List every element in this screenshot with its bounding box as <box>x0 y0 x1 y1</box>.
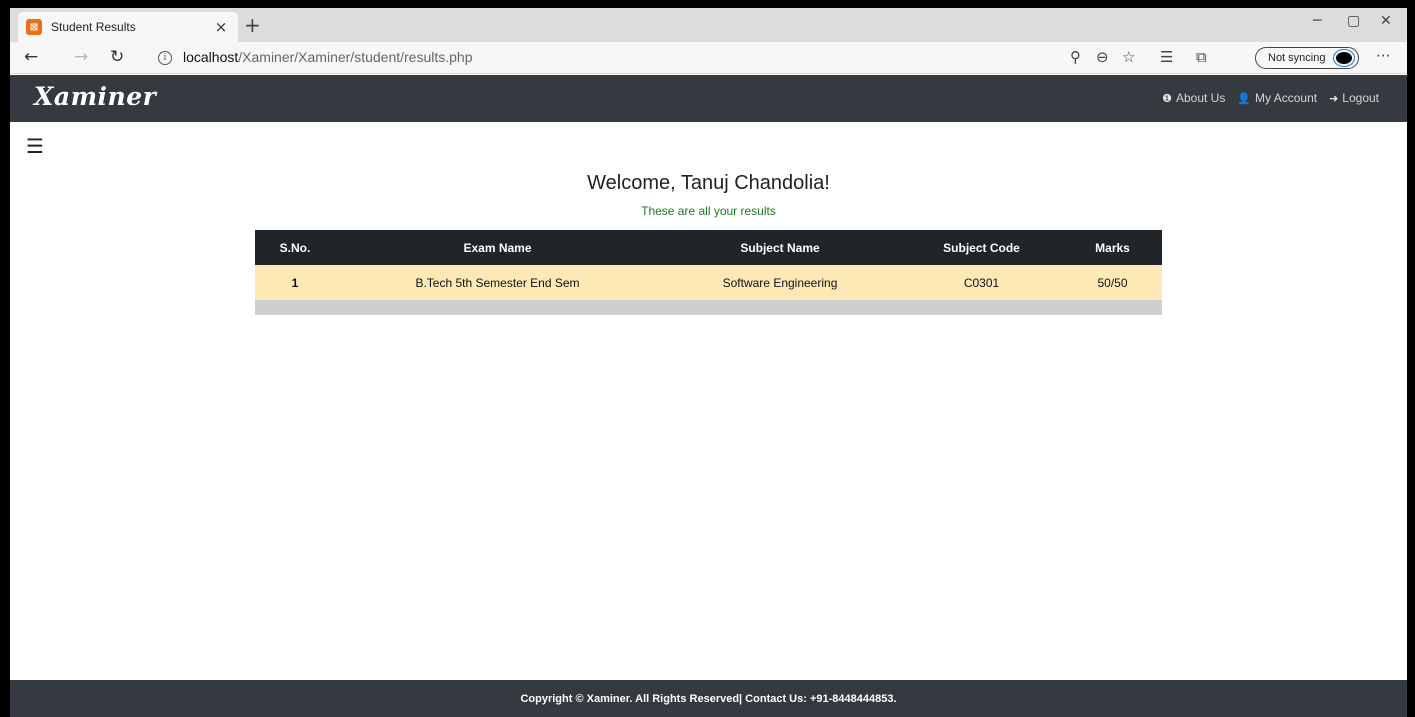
url-host: localhost <box>183 49 239 65</box>
favorite-icon[interactable]: ☆ <box>1122 48 1135 66</box>
info-circle-icon: ❶ <box>1162 91 1172 105</box>
address-bar: ← → ↻ i localhost/Xaminer/Xaminer/studen… <box>10 42 1407 74</box>
browser-window: ⊠ Student Results × + ─ ▢ ✕ ← → ↻ i loca… <box>10 8 1407 717</box>
info-icon[interactable]: i <box>158 51 172 65</box>
back-icon[interactable]: ← <box>24 47 38 67</box>
header-subject-name: Subject Name <box>740 240 820 255</box>
forward-icon[interactable]: → <box>74 47 88 67</box>
browser-tab[interactable]: ⊠ Student Results × <box>18 12 238 42</box>
footer-text: Copyright © Xaminer. All Rights Reserved… <box>520 692 897 705</box>
url-path: /Xaminer/Xaminer/student/results.php <box>238 49 473 65</box>
page-subtitle: These are all your results <box>641 204 776 218</box>
app-navbar: Xaminer ❶ About Us 👤 My Account ➜ Logout <box>10 75 1407 122</box>
title-bar: ⊠ Student Results × + ─ ▢ ✕ <box>10 8 1407 42</box>
tab-close-icon[interactable]: × <box>212 18 230 36</box>
results-table: S.No. Exam Name Subject Name Subject Cod… <box>255 230 1162 315</box>
zoom-icon[interactable]: ⚲ <box>1070 48 1081 66</box>
window-close-icon[interactable]: ✕ <box>1380 13 1392 29</box>
table-footer-bar <box>255 300 1162 315</box>
logout-link[interactable]: ➜ Logout <box>1329 91 1379 105</box>
logout-label: Logout <box>1342 91 1379 105</box>
collections-icon[interactable]: ⧉ <box>1196 48 1207 66</box>
my-account-link[interactable]: 👤 My Account <box>1237 91 1317 105</box>
tab-title: Student Results <box>51 20 136 34</box>
header-exam-name: Exam Name <box>463 240 532 255</box>
page-footer: Copyright © Xaminer. All Rights Reserved… <box>10 680 1407 717</box>
about-us-link[interactable]: ❶ About Us <box>1162 91 1225 105</box>
header-sno: S.No. <box>279 240 311 255</box>
table-header-row: S.No. Exam Name Subject Name Subject Cod… <box>255 230 1162 265</box>
my-account-label: My Account <box>1255 91 1318 105</box>
cell-subject-name: Software Engineering <box>722 275 838 290</box>
avatar <box>1334 50 1354 66</box>
nav-links: ❶ About Us 👤 My Account ➜ Logout <box>1162 91 1379 105</box>
user-icon: 👤 <box>1237 91 1252 105</box>
header-marks: Marks <box>1095 240 1130 255</box>
profile-sync-button[interactable]: Not syncing <box>1255 47 1359 69</box>
page-title: Welcome, Tanuj Chandolia! <box>587 172 830 194</box>
cell-marks: 50/50 <box>1097 275 1128 290</box>
url-field[interactable]: localhost/Xaminer/Xaminer/student/result… <box>183 49 473 65</box>
zoom-out-icon[interactable]: ⊖ <box>1096 48 1109 66</box>
sync-label: Not syncing <box>1268 52 1326 64</box>
cell-subject-code: C0301 <box>963 275 1000 290</box>
cell-sno: 1 <box>291 275 299 290</box>
maximize-icon[interactable]: ▢ <box>1347 13 1360 29</box>
about-us-label: About Us <box>1175 91 1226 105</box>
more-options-icon[interactable]: ··· <box>1376 47 1390 65</box>
brand-logo[interactable]: Xaminer <box>34 82 156 111</box>
logout-icon: ➜ <box>1329 91 1339 105</box>
header-subject-code: Subject Code <box>943 240 1020 255</box>
new-tab-button[interactable]: + <box>244 13 261 37</box>
minimize-icon[interactable]: ─ <box>1313 13 1321 29</box>
refresh-icon[interactable]: ↻ <box>110 47 124 67</box>
cell-exam-name: B.Tech 5th Semester End Sem <box>415 275 580 290</box>
table-row: 1 B.Tech 5th Semester End Sem Software E… <box>255 265 1162 300</box>
tab-favicon-icon: ⊠ <box>26 19 42 35</box>
favorites-list-icon[interactable]: ☰ <box>1160 48 1173 66</box>
hamburger-icon[interactable]: ☰ <box>26 136 44 156</box>
